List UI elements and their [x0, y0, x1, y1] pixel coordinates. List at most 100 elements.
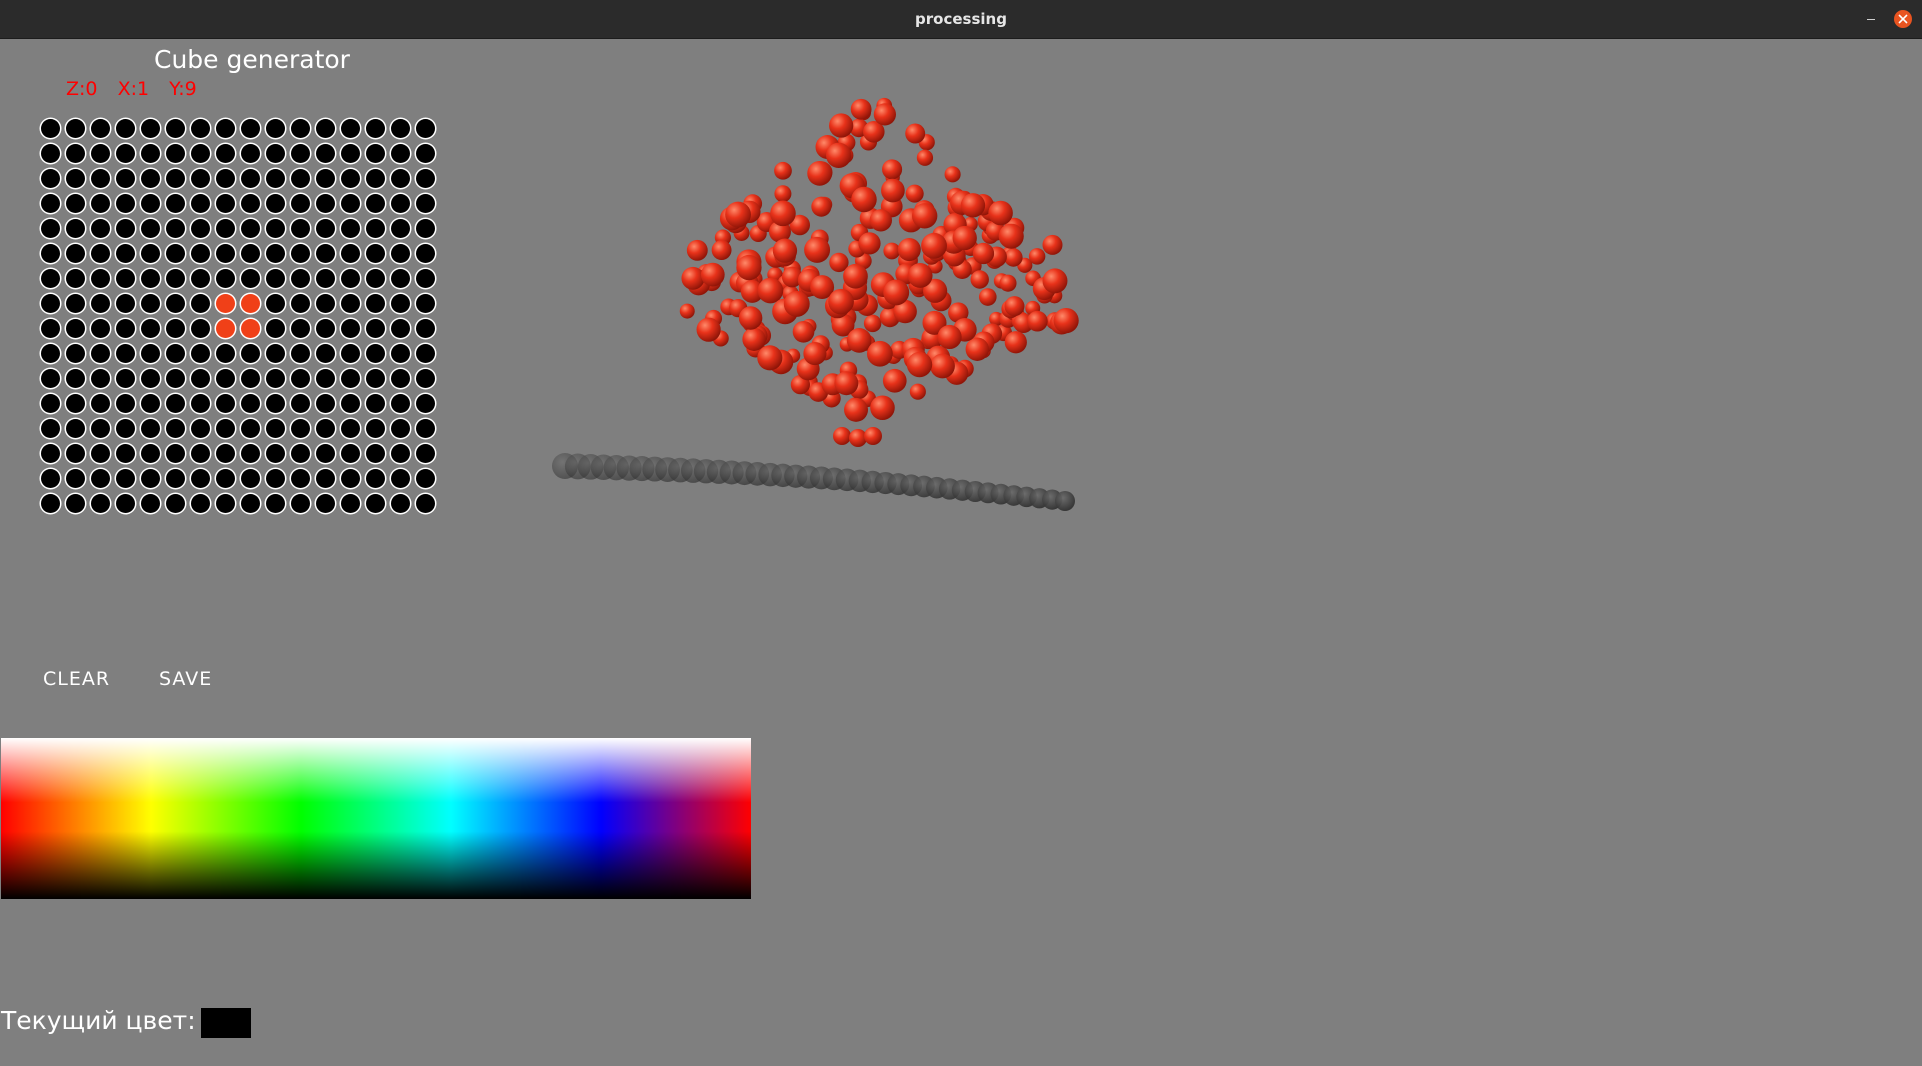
- grid-cell[interactable]: [238, 466, 263, 491]
- grid-cell[interactable]: [288, 141, 313, 166]
- grid-cell[interactable]: [213, 341, 238, 366]
- grid-cell[interactable]: [138, 166, 163, 191]
- clear-button[interactable]: CLEAR: [43, 668, 110, 690]
- grid-cell[interactable]: [213, 291, 238, 316]
- grid-cell[interactable]: [263, 341, 288, 366]
- grid-cell[interactable]: [338, 291, 363, 316]
- grid-cell[interactable]: [188, 416, 213, 441]
- grid-cell[interactable]: [163, 416, 188, 441]
- color-palette[interactable]: [1, 738, 751, 899]
- grid-cell[interactable]: [188, 441, 213, 466]
- grid-cell[interactable]: [263, 191, 288, 216]
- grid-cell[interactable]: [388, 391, 413, 416]
- grid-cell[interactable]: [338, 391, 363, 416]
- grid-cell[interactable]: [138, 191, 163, 216]
- grid-cell[interactable]: [413, 416, 438, 441]
- grid-cell[interactable]: [88, 441, 113, 466]
- grid-cell[interactable]: [363, 416, 388, 441]
- grid-cell[interactable]: [413, 191, 438, 216]
- grid-cell[interactable]: [113, 166, 138, 191]
- grid-cell[interactable]: [113, 291, 138, 316]
- grid-cell[interactable]: [138, 491, 163, 516]
- grid-cell[interactable]: [213, 216, 238, 241]
- grid-cell[interactable]: [88, 416, 113, 441]
- grid-cell[interactable]: [238, 116, 263, 141]
- grid-cell[interactable]: [338, 366, 363, 391]
- sketch-canvas[interactable]: Cube generator Z:0 X:1 Y:9 CLEAR SAVE Те…: [0, 38, 1922, 1066]
- grid-cell[interactable]: [113, 141, 138, 166]
- grid-cell[interactable]: [263, 266, 288, 291]
- save-button[interactable]: SAVE: [159, 668, 212, 690]
- grid-cell[interactable]: [138, 466, 163, 491]
- grid-cell[interactable]: [288, 441, 313, 466]
- grid-cell[interactable]: [313, 141, 338, 166]
- grid-cell[interactable]: [63, 441, 88, 466]
- grid-cell[interactable]: [413, 391, 438, 416]
- grid-cell[interactable]: [313, 191, 338, 216]
- grid-cell[interactable]: [163, 216, 188, 241]
- grid-cell[interactable]: [288, 341, 313, 366]
- grid-cell[interactable]: [238, 266, 263, 291]
- grid-cell[interactable]: [213, 441, 238, 466]
- grid-cell[interactable]: [213, 166, 238, 191]
- grid-cell[interactable]: [113, 366, 138, 391]
- grid-cell[interactable]: [288, 266, 313, 291]
- grid-cell[interactable]: [63, 291, 88, 316]
- grid-cell[interactable]: [138, 266, 163, 291]
- grid-cell[interactable]: [288, 116, 313, 141]
- minimize-icon[interactable]: [1862, 10, 1880, 28]
- grid-cell[interactable]: [138, 291, 163, 316]
- grid-cell[interactable]: [38, 166, 63, 191]
- grid-cell[interactable]: [238, 441, 263, 466]
- close-icon[interactable]: [1894, 10, 1912, 28]
- grid-cell[interactable]: [388, 241, 413, 266]
- grid-cell[interactable]: [38, 241, 63, 266]
- grid-cell[interactable]: [288, 391, 313, 416]
- grid-cell[interactable]: [288, 241, 313, 266]
- grid-cell[interactable]: [113, 391, 138, 416]
- grid-cell[interactable]: [138, 416, 163, 441]
- grid-cell[interactable]: [363, 266, 388, 291]
- grid-cell[interactable]: [213, 266, 238, 291]
- grid-cell[interactable]: [163, 316, 188, 341]
- grid-cell[interactable]: [263, 141, 288, 166]
- grid-cell[interactable]: [213, 491, 238, 516]
- grid-cell[interactable]: [238, 316, 263, 341]
- grid-cell[interactable]: [413, 491, 438, 516]
- grid-cell[interactable]: [263, 441, 288, 466]
- grid-cell[interactable]: [188, 291, 213, 316]
- grid-cell[interactable]: [163, 366, 188, 391]
- grid-cell[interactable]: [113, 241, 138, 266]
- grid-cell[interactable]: [163, 441, 188, 466]
- grid-cell[interactable]: [163, 266, 188, 291]
- grid-cell[interactable]: [338, 191, 363, 216]
- grid-cell[interactable]: [138, 116, 163, 141]
- grid-cell[interactable]: [388, 116, 413, 141]
- grid-cell[interactable]: [288, 466, 313, 491]
- grid-cell[interactable]: [88, 366, 113, 391]
- grid-cell[interactable]: [163, 291, 188, 316]
- grid-cell[interactable]: [188, 391, 213, 416]
- grid-cell[interactable]: [88, 341, 113, 366]
- grid-cell[interactable]: [38, 491, 63, 516]
- grid-cell[interactable]: [213, 141, 238, 166]
- grid-cell[interactable]: [88, 166, 113, 191]
- grid-cell[interactable]: [163, 341, 188, 366]
- grid-cell[interactable]: [113, 316, 138, 341]
- grid-cell[interactable]: [288, 166, 313, 191]
- grid-cell[interactable]: [288, 416, 313, 441]
- grid-cell[interactable]: [38, 191, 63, 216]
- grid-cell[interactable]: [38, 291, 63, 316]
- grid-cell[interactable]: [338, 166, 363, 191]
- grid-cell[interactable]: [163, 116, 188, 141]
- grid-cell[interactable]: [238, 391, 263, 416]
- grid-cell[interactable]: [388, 441, 413, 466]
- grid-cell[interactable]: [313, 416, 338, 441]
- grid-cell[interactable]: [113, 216, 138, 241]
- grid-cell[interactable]: [188, 166, 213, 191]
- grid-cell[interactable]: [38, 391, 63, 416]
- grid-cell[interactable]: [188, 191, 213, 216]
- grid-cell[interactable]: [413, 341, 438, 366]
- grid-cell[interactable]: [238, 216, 263, 241]
- grid-cell[interactable]: [63, 341, 88, 366]
